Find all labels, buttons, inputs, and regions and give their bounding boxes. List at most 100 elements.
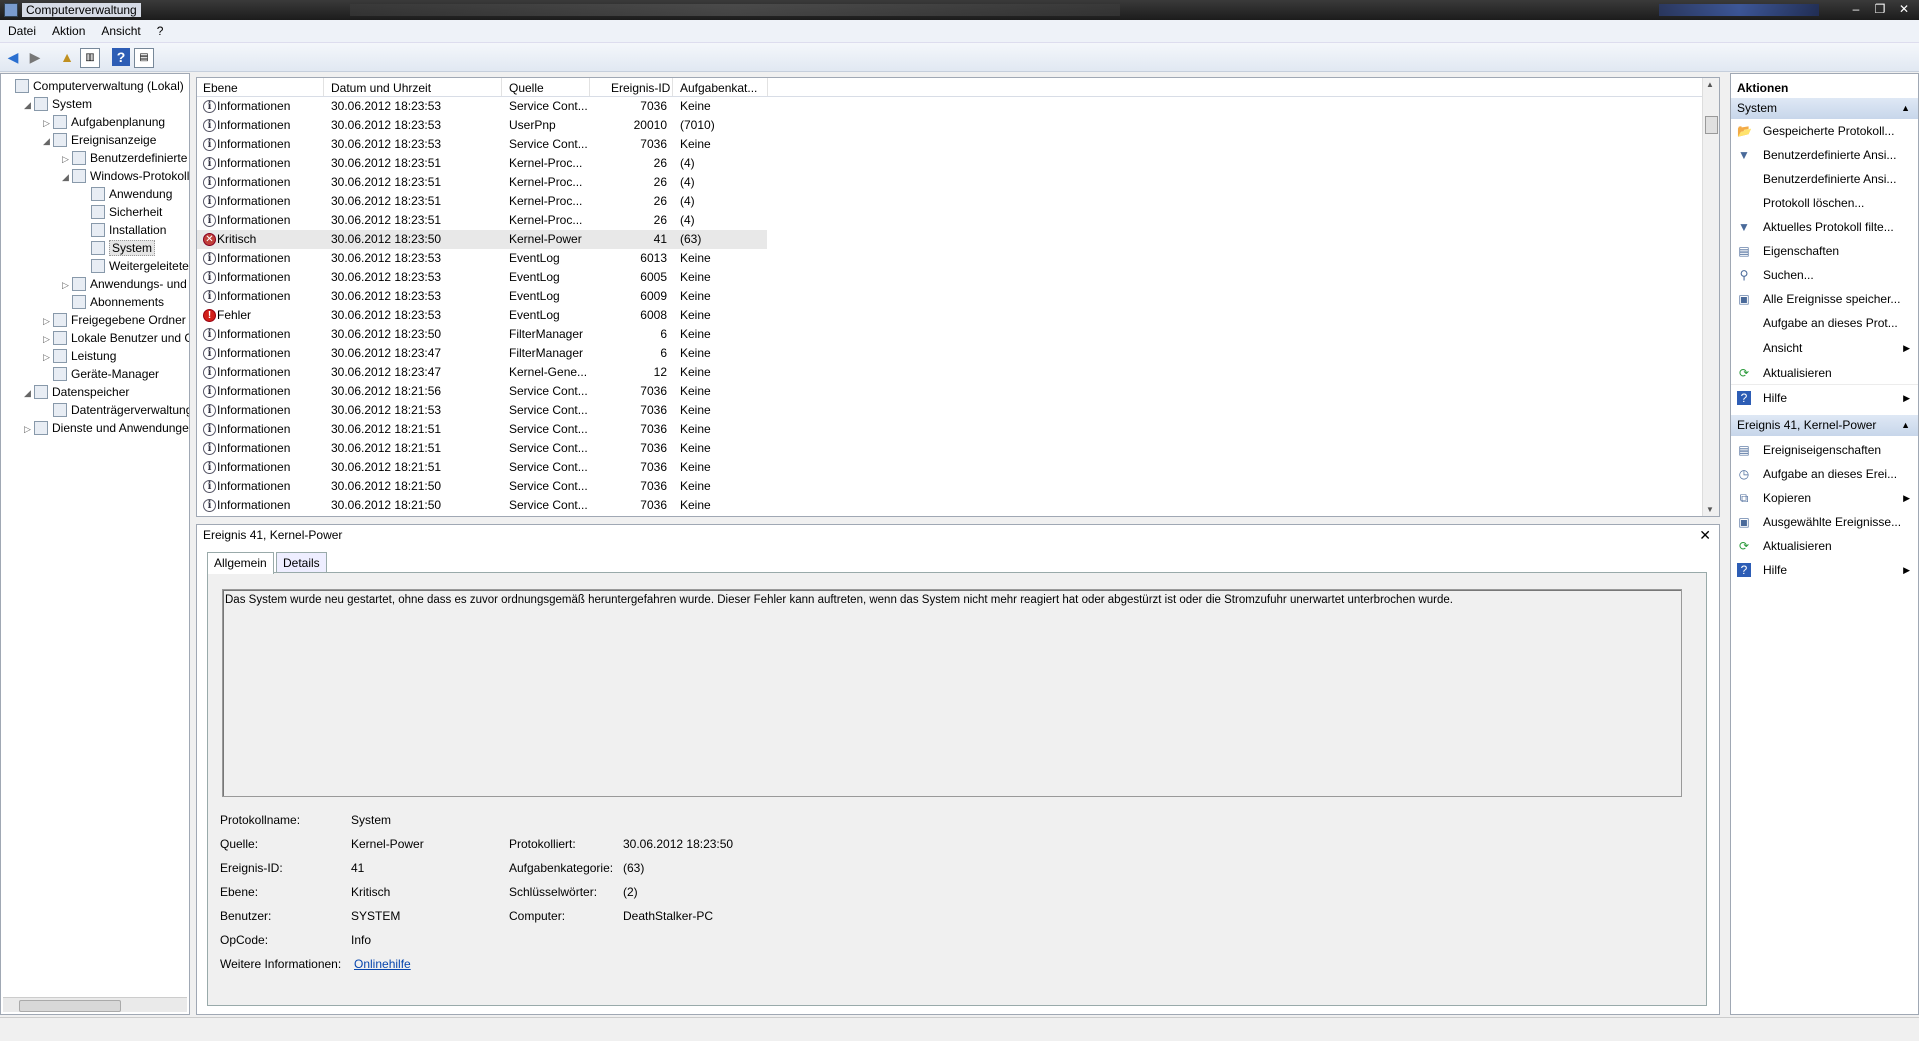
onlinehilfe-link[interactable]: Onlinehilfe — [354, 957, 411, 971]
action-item[interactable]: ? Hilfe ▶ — [1731, 559, 1918, 581]
actions-section-event[interactable]: Ereignis 41, Kernel-Power ▲ — [1731, 415, 1918, 436]
action-item[interactable]: 📂 Gespeicherte Protokoll... — [1731, 120, 1918, 142]
tree-item[interactable]: ◢ System — [24, 95, 92, 113]
col-ereignis-id[interactable]: Ereignis-ID — [611, 81, 670, 95]
tree-item[interactable]: ◢ Windows-Protokolle — [62, 167, 189, 185]
expand-icon[interactable]: ◢ — [24, 96, 34, 114]
actions-section-system[interactable]: System ▲ — [1731, 98, 1918, 119]
table-row[interactable]: ! Fehler 30.06.2012 18:23:53 EventLog 6008 Ke… — [197, 306, 767, 325]
expand-icon[interactable]: ▷ — [43, 348, 53, 366]
table-row[interactable]: i Informationen 30.06.2012 18:21:51 Service… — [197, 458, 767, 477]
menu-aktion[interactable]: Aktion — [44, 20, 93, 42]
list-vscrollbar[interactable]: ▲ ▼ — [1702, 78, 1719, 516]
tree-item[interactable]: ▷ Leistung — [43, 347, 116, 365]
table-row[interactable]: i Informationen 30.06.2012 18:23:51 Kernel-… — [197, 173, 767, 192]
show-hide-action-icon[interactable]: ▤ — [134, 48, 154, 68]
tree-item[interactable]: Installation — [81, 221, 166, 239]
table-row[interactable]: i Informationen 30.06.2012 18:23:53 EventLo… — [197, 287, 767, 306]
expand-icon[interactable]: ▷ — [43, 330, 53, 348]
tree-item[interactable]: ▷ Anwendungs- und D — [62, 275, 189, 294]
tree-item[interactable]: Geräte-Manager — [43, 365, 159, 383]
collapse-icon[interactable]: ▲ — [1901, 98, 1910, 119]
tree-item[interactable]: Weitergeleitete E — [81, 257, 189, 275]
tree-item[interactable]: ▷ Lokale Benutzer und Gr — [43, 329, 189, 348]
back-icon[interactable]: ◀ — [4, 48, 22, 66]
tab-details[interactable]: Details — [276, 552, 327, 573]
tree-item[interactable]: Computerverwaltung (Lokal) — [5, 77, 184, 95]
table-row[interactable]: i Informationen 30.06.2012 18:23:51 Kernel-… — [197, 211, 767, 230]
table-row[interactable]: ✕ Kritisch 30.06.2012 18:23:50 Kernel-Power… — [197, 230, 767, 249]
table-row[interactable]: i Informationen 30.06.2012 18:21:50 Service… — [197, 477, 767, 496]
list-vscroll-thumb[interactable] — [1705, 116, 1718, 134]
action-item[interactable]: ▤ Ereigniseigenschaften — [1731, 439, 1918, 461]
menu-ansicht[interactable]: Ansicht — [93, 20, 148, 42]
show-hide-tree-icon[interactable]: ▥ — [80, 48, 100, 68]
expand-icon[interactable]: ◢ — [24, 384, 34, 402]
expand-icon[interactable]: ◢ — [43, 132, 53, 150]
expand-icon[interactable]: ▷ — [62, 150, 72, 168]
expand-icon[interactable]: ▷ — [62, 276, 72, 294]
tree-item[interactable]: ▷ Aufgabenplanung — [43, 113, 165, 131]
action-item[interactable]: Ansicht ▶ — [1731, 337, 1918, 359]
tree-hscrollbar[interactable] — [3, 997, 187, 1012]
table-row[interactable]: i Informationen 30.06.2012 18:23:51 Kernel-… — [197, 192, 767, 211]
action-item[interactable]: ? Hilfe ▶ — [1731, 387, 1918, 409]
action-item[interactable]: Benutzerdefinierte Ansi... — [1731, 168, 1918, 190]
action-item[interactable]: Aufgabe an dieses Prot... — [1731, 312, 1918, 334]
action-item[interactable]: ⟳ Aktualisieren — [1731, 362, 1918, 385]
tree-item[interactable]: Sicherheit — [81, 203, 162, 221]
action-item[interactable]: ▣ Alle Ereignisse speicher... — [1731, 288, 1918, 310]
table-row[interactable]: i Informationen 30.06.2012 18:21:50 Service… — [197, 496, 767, 515]
expand-icon[interactable]: ▷ — [43, 114, 53, 132]
tree-item[interactable]: System — [81, 239, 156, 257]
action-item[interactable]: ▼ Benutzerdefinierte Ansi... — [1731, 144, 1918, 166]
action-item[interactable]: ◷ Aufgabe an dieses Erei... — [1731, 463, 1918, 485]
col-datum[interactable]: Datum und Uhrzeit — [331, 81, 431, 95]
close-window-button[interactable]: ✕ — [1895, 2, 1913, 16]
table-row[interactable]: i Informationen 30.06.2012 18:23:53 Service… — [197, 135, 767, 154]
table-row[interactable]: i Informationen 30.06.2012 18:21:51 Service… — [197, 439, 767, 458]
action-item[interactable]: ⚲ Suchen... — [1731, 264, 1918, 286]
minimize-button[interactable]: – — [1847, 2, 1865, 16]
table-row[interactable]: i Informationen 30.06.2012 18:23:51 Kernel-… — [197, 154, 767, 173]
maximize-button[interactable]: ❐ — [1871, 2, 1889, 16]
table-row[interactable]: i Informationen 30.06.2012 18:23:53 EventLo… — [197, 249, 767, 268]
tree-item[interactable]: ▷ Benutzerdefinierte A — [62, 149, 189, 168]
help-icon[interactable]: ? — [112, 48, 130, 66]
expand-icon[interactable]: ▷ — [24, 420, 34, 438]
action-item[interactable]: ⧉ Kopieren ▶ — [1731, 487, 1918, 509]
table-row[interactable]: i Informationen 30.06.2012 18:23:47 FilterM… — [197, 344, 767, 363]
forward-icon[interactable]: ▶ — [26, 48, 44, 66]
table-row[interactable]: i Informationen 30.06.2012 18:23:53 Service… — [197, 97, 767, 116]
collapse-icon[interactable]: ▲ — [1901, 415, 1910, 436]
col-quelle[interactable]: Quelle — [509, 81, 544, 95]
table-row[interactable]: i Informationen 30.06.2012 18:23:53 UserPnp… — [197, 116, 767, 135]
tree-item[interactable]: ▷ Dienste und Anwendungen — [24, 419, 189, 438]
action-item[interactable]: ⟳ Aktualisieren — [1731, 535, 1918, 557]
table-row[interactable]: i Informationen 30.06.2012 18:23:53 EventLo… — [197, 268, 767, 287]
expand-icon[interactable]: ▷ — [43, 312, 53, 330]
close-icon[interactable]: ✕ — [1699, 527, 1711, 544]
table-row[interactable]: i Informationen 30.06.2012 18:21:51 Service… — [197, 420, 767, 439]
menu-datei[interactable]: Datei — [0, 20, 44, 42]
table-row[interactable]: i Informationen 30.06.2012 18:23:50 FilterM… — [197, 325, 767, 344]
action-item[interactable]: ▣ Ausgewählte Ereignisse... — [1731, 511, 1918, 533]
tree-item[interactable]: ◢ Datenspeicher — [24, 383, 129, 401]
tree-item[interactable]: ▷ Freigegebene Ordner — [43, 311, 186, 329]
tree-item[interactable]: Datenträgerverwaltung — [43, 401, 189, 419]
tree-item[interactable]: Anwendung — [81, 185, 172, 203]
col-ebene[interactable]: Ebene — [203, 81, 238, 95]
table-row[interactable]: i Informationen 30.06.2012 18:21:53 Service… — [197, 401, 767, 420]
tree-item[interactable]: ◢ Ereignisanzeige — [43, 131, 156, 149]
table-row[interactable]: i Informationen 30.06.2012 18:21:56 Service… — [197, 382, 767, 401]
tab-allgemein[interactable]: Allgemein — [207, 552, 274, 574]
up-icon[interactable]: ▲ — [58, 48, 76, 66]
action-item[interactable]: ▤ Eigenschaften — [1731, 240, 1918, 262]
action-item[interactable]: Protokoll löschen... — [1731, 192, 1918, 214]
menu-help[interactable]: ? — [149, 20, 172, 42]
tree-hscroll-thumb[interactable] — [19, 1000, 121, 1012]
tree-item[interactable]: Abonnements — [62, 293, 164, 311]
scroll-up-icon[interactable]: ▲ — [1706, 80, 1714, 89]
action-item[interactable]: ▼ Aktuelles Protokoll filte... — [1731, 216, 1918, 238]
col-aufgabenkategorie[interactable]: Aufgabenkat... — [680, 81, 757, 95]
